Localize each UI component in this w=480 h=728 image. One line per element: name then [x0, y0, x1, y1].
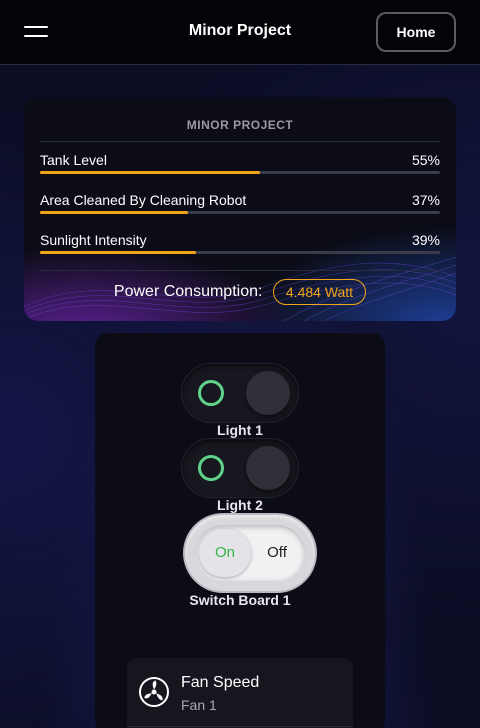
- light-1-label: Light 1: [217, 422, 263, 438]
- light-1-toggle[interactable]: [182, 364, 298, 422]
- switch-track: On Off: [195, 525, 305, 581]
- metric-value: 55%: [411, 152, 440, 168]
- fan-title: Fan Speed: [181, 674, 260, 691]
- fan-icon: [139, 677, 169, 707]
- light-2-toggle[interactable]: [182, 439, 298, 497]
- progress-track: [40, 251, 440, 254]
- metric-value: 39%: [411, 232, 440, 248]
- power-consumption-row: Power Consumption: 4.484 Watt: [24, 279, 456, 307]
- card-heading: MINOR PROJECT: [186, 118, 294, 132]
- light-2-label: Light 2: [217, 497, 263, 513]
- metric-label: Tank Level: [40, 152, 107, 168]
- progress-track: [40, 171, 440, 174]
- card-divider: [40, 270, 440, 271]
- metric-label: Sunlight Intensity: [40, 232, 147, 248]
- switch-board-1-label: Switch Board 1: [189, 592, 291, 608]
- card-divider: [40, 141, 440, 142]
- metric-label: Area Cleaned By Cleaning Robot: [40, 192, 247, 208]
- progress-fill: [40, 211, 188, 214]
- metric-sunlight-intensity: Sunlight Intensity 39%: [40, 232, 440, 268]
- toggle-ring-icon: [198, 455, 224, 481]
- app-header: Minor Project Home: [0, 0, 480, 65]
- status-card: MINOR PROJECT Tank Level 55% Area Cleane…: [24, 97, 456, 321]
- toggle-knob: [246, 371, 290, 415]
- progress-track: [40, 211, 440, 214]
- metric-tank-level: Tank Level 55%: [40, 152, 440, 188]
- switch-off-text: Off: [267, 544, 287, 561]
- toggle-ring-icon: [198, 380, 224, 406]
- switch-board-1-toggle[interactable]: On Off: [185, 515, 315, 591]
- power-label: Power Consumption:: [113, 283, 263, 300]
- progress-fill: [40, 171, 260, 174]
- metric-area-cleaned: Area Cleaned By Cleaning Robot 37%: [40, 192, 440, 228]
- fan-speed-card[interactable]: Fan Speed Fan 1: [127, 658, 353, 728]
- switch-on-text: On: [214, 544, 235, 561]
- switch-on-pill: On: [199, 529, 251, 577]
- fan-divider: [127, 726, 353, 727]
- progress-fill: [40, 251, 196, 254]
- power-value-badge: 4.484 Watt: [272, 279, 367, 305]
- toggle-knob: [246, 446, 290, 490]
- home-button[interactable]: Home: [376, 12, 456, 52]
- metric-value: 37%: [411, 192, 440, 208]
- fan-subtitle: Fan 1: [181, 697, 217, 713]
